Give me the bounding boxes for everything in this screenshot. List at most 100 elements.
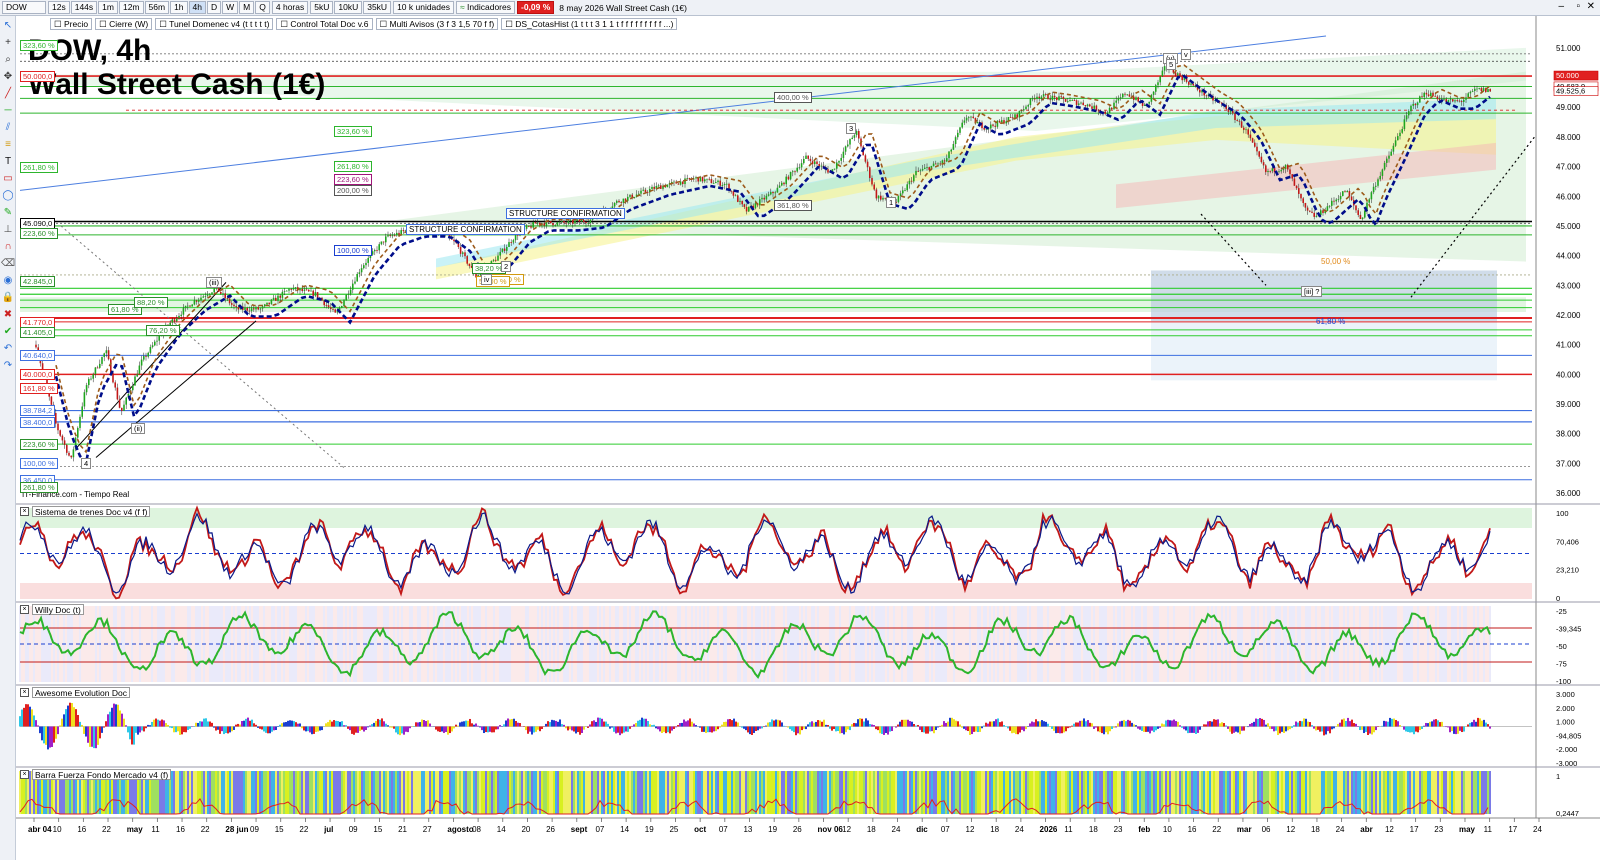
candle-body: [1302, 198, 1304, 203]
candle-body: [1069, 100, 1071, 102]
ellipse-icon[interactable]: ◯: [1, 189, 15, 203]
study-chip[interactable]: ☐ Control Total Doc v.6: [276, 18, 373, 30]
indicators-button[interactable]: ≈ Indicadores: [456, 1, 515, 14]
left-level-tag[interactable]: 261,80 %: [20, 482, 58, 494]
lock-icon[interactable]: 🔒: [1, 291, 15, 305]
candle-body: [726, 183, 728, 185]
fib-level-tag[interactable]: 200,00 %: [334, 184, 372, 196]
chart-canvas[interactable]: 51.00049.00048.00047.00046.00045.00044.0…: [16, 16, 1600, 860]
volume-35kU[interactable]: 35kU: [363, 1, 392, 14]
study-checkbox-icon[interactable]: ☐: [280, 19, 290, 29]
hline-icon[interactable]: ─: [1, 104, 15, 118]
study-chip[interactable]: ☐ Tunel Domenec v4 (t t t t t): [155, 18, 274, 30]
left-level-tag[interactable]: 100,00 %: [20, 458, 58, 470]
study-label: Precio: [63, 19, 89, 29]
candle-body: [1359, 214, 1362, 220]
pane-close-icon[interactable]: ×: [20, 507, 29, 516]
volume-5kU[interactable]: 5kU: [310, 1, 334, 14]
study-checkbox-icon[interactable]: ☐: [505, 19, 515, 29]
zoom-icon[interactable]: ⌕: [1, 53, 15, 67]
candle-body: [277, 295, 279, 301]
candle-body: [875, 189, 878, 199]
fib-level-tag[interactable]: 361,80 %: [774, 199, 812, 211]
timeframe-144s[interactable]: 144s: [70, 1, 98, 14]
select-arrow-icon[interactable]: ↖: [1, 19, 15, 33]
candle-body: [378, 244, 380, 251]
left-level-tag[interactable]: 323,60 %: [20, 39, 58, 51]
candle-body: [358, 272, 361, 274]
timeframe-12m[interactable]: 12m: [118, 1, 144, 14]
rect-icon[interactable]: ▭: [1, 172, 15, 186]
candle-body: [1311, 211, 1313, 213]
pane-close-icon[interactable]: ×: [20, 770, 29, 779]
timeframe-12s[interactable]: 12s: [48, 1, 70, 14]
minimize-icon[interactable]: –: [1558, 1, 1564, 12]
study-chip[interactable]: ☐ DS_CotasHist (1 t t t 3 1 1 t f f f f …: [501, 18, 678, 30]
fib-level-tag[interactable]: 261,80 %: [334, 161, 372, 172]
left-level-tag[interactable]: 42.845,0: [20, 275, 56, 287]
left-level-tag[interactable]: 38.400,0: [20, 416, 56, 428]
chart-area[interactable]: 51.000 49.000 48.000 47.000 46.000 45.000 44.0…: [16, 16, 1600, 860]
check-icon[interactable]: ✔: [1, 325, 15, 339]
left-level-tag[interactable]: 40.640,0: [20, 350, 56, 362]
eraser-icon[interactable]: ⌫: [1, 257, 15, 271]
units-select[interactable]: 10 k unidades: [393, 1, 454, 14]
eye-icon[interactable]: ◉: [1, 274, 15, 288]
text-icon[interactable]: T: [1, 155, 15, 169]
symbol-selector[interactable]: DOW: [2, 1, 46, 14]
timeframe-W[interactable]: W: [222, 1, 239, 14]
timeframe-4h[interactable]: 4h: [188, 1, 206, 14]
maximize-icon[interactable]: ▫: [1576, 1, 1580, 12]
candle-body: [904, 190, 906, 191]
fib-level-tag[interactable]: 88,20 %: [134, 296, 168, 308]
fib-level-tag[interactable]: 223,60 %: [334, 174, 372, 186]
left-level-tag[interactable]: 261,80 %: [20, 161, 58, 173]
study-checkbox-icon[interactable]: ☐: [159, 19, 169, 29]
left-level-tag[interactable]: 41.405,0: [20, 326, 56, 338]
left-level-tag[interactable]: 223,60 %: [20, 228, 58, 240]
study-checkbox-icon[interactable]: ☐: [380, 19, 390, 29]
study-chip[interactable]: ☐ Multi Avisos (3 f 3 1,5 70 f f): [375, 18, 499, 30]
study-chip[interactable]: ☐ Precio: [50, 18, 93, 30]
fib-level-tag[interactable]: 76,20 %: [146, 324, 180, 336]
study-chip[interactable]: ☐ Cierre (W): [95, 18, 153, 30]
timeframe-D[interactable]: D: [207, 1, 222, 14]
left-level-tag[interactable]: 161,80 %: [20, 382, 58, 394]
crosshair-icon[interactable]: +: [1, 36, 15, 50]
period-select[interactable]: 4 horas: [271, 1, 309, 14]
pane-close-icon[interactable]: ×: [20, 605, 29, 614]
study-checkbox-icon[interactable]: ☐: [99, 19, 109, 29]
fib-level-tag[interactable]: 100,00 %: [334, 244, 372, 256]
candle-body: [1436, 96, 1439, 100]
fib-level-tag[interactable]: 400,00 %: [774, 91, 812, 103]
magnet-icon[interactable]: ∩: [1, 240, 15, 254]
pane-close-icon[interactable]: ×: [20, 688, 29, 697]
timeframe-56m[interactable]: 56m: [144, 1, 170, 14]
fib-icon[interactable]: ≡: [1, 138, 15, 152]
pen-icon[interactable]: ✎: [1, 206, 15, 220]
timeframe-Q[interactable]: Q: [255, 1, 270, 14]
timeframe-M[interactable]: M: [239, 1, 255, 14]
redo-icon[interactable]: ↷: [1, 359, 15, 373]
candle-body: [838, 160, 840, 163]
time-axis-label: 26: [546, 825, 555, 834]
trash-icon[interactable]: ✖: [1, 308, 15, 322]
fib-level-tag[interactable]: 323,60 %: [334, 125, 372, 137]
channel-icon[interactable]: ⫽: [1, 121, 15, 135]
close-icon[interactable]: ✕: [1587, 1, 1595, 12]
candle-body: [1135, 97, 1137, 100]
wave-count-label: 4: [81, 458, 92, 470]
timeframe-1m[interactable]: 1m: [98, 1, 118, 14]
left-level-tag[interactable]: 40.000,0: [20, 369, 56, 381]
left-level-tag[interactable]: 38.784,2: [20, 405, 56, 417]
left-level-tag[interactable]: 223,60 %: [20, 439, 58, 451]
undo-icon[interactable]: ↶: [1, 342, 15, 356]
time-axis-label: 16: [176, 825, 185, 834]
timeframe-1h[interactable]: 1h: [170, 1, 188, 14]
pan-icon[interactable]: ✥: [1, 70, 15, 84]
study-checkbox-icon[interactable]: ☐: [54, 19, 64, 29]
line-icon[interactable]: ╱: [1, 87, 15, 101]
left-level-tag[interactable]: 50.000,0: [20, 71, 56, 83]
ruler-icon[interactable]: ⊥: [1, 223, 15, 237]
volume-10kU[interactable]: 10kU: [334, 1, 363, 14]
